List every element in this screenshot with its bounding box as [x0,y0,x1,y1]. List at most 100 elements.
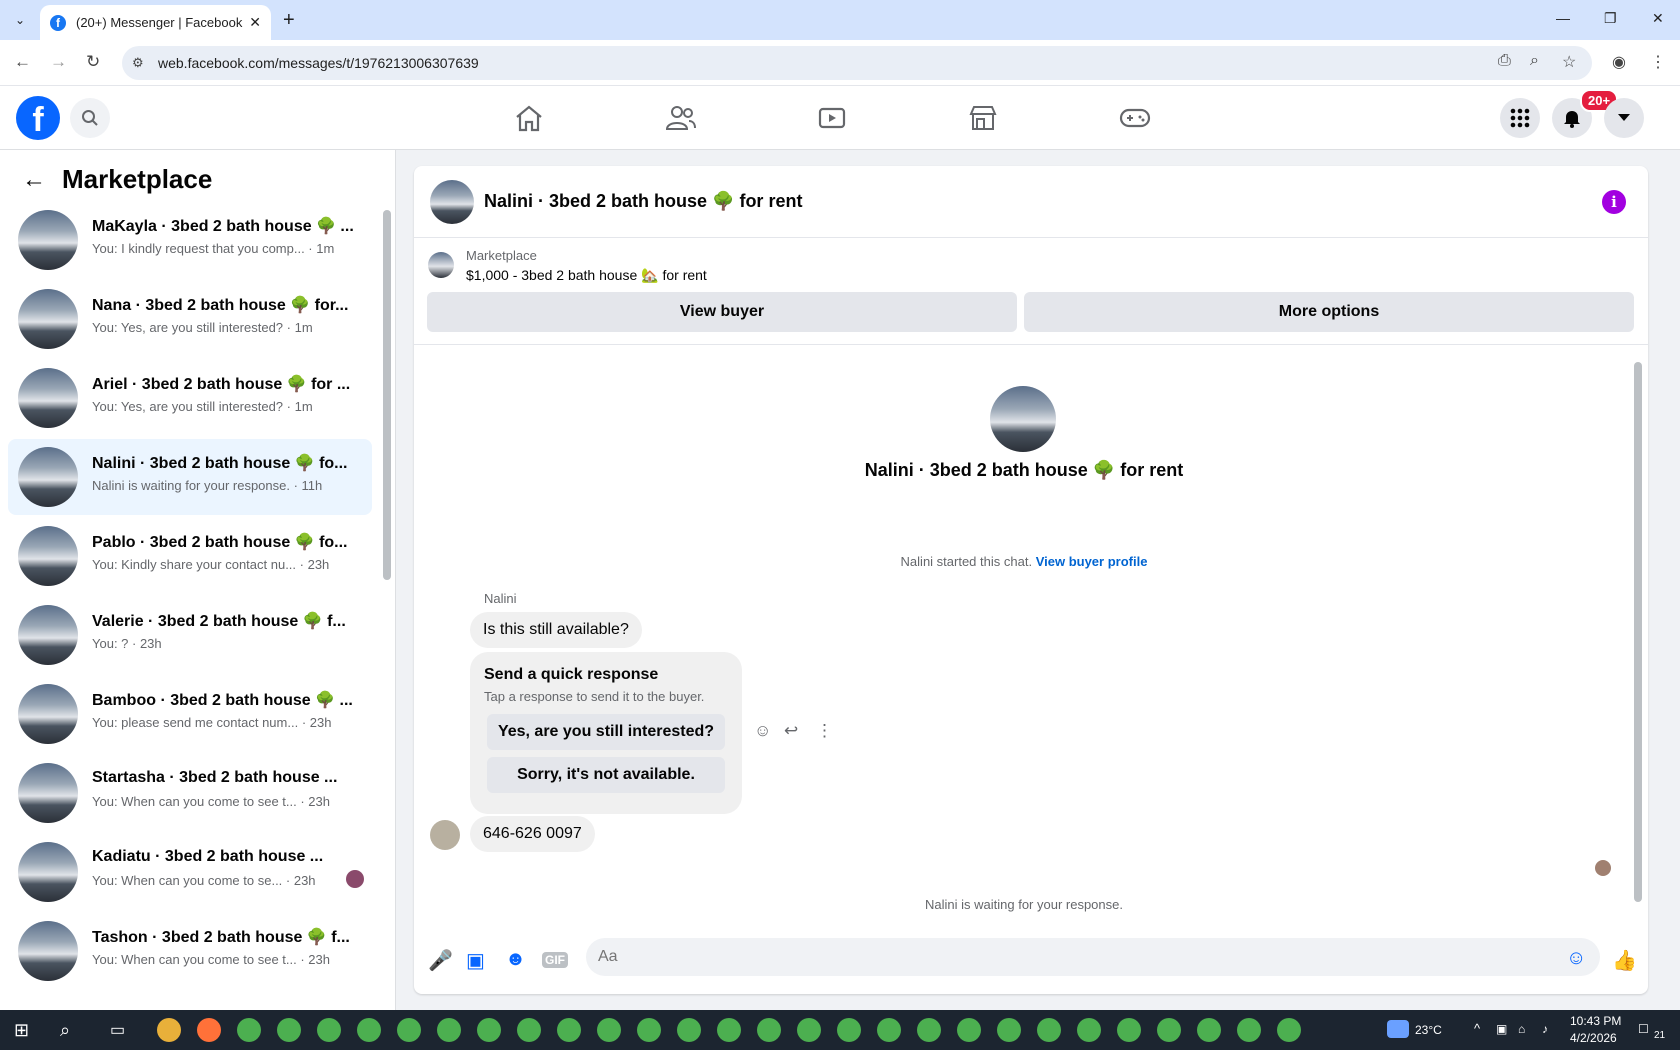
zoom-icon[interactable]: ⌕ [1530,52,1539,70]
chrome-icon[interactable] [997,1018,1021,1042]
back-icon[interactable]: ← [14,52,31,72]
restore-icon[interactable]: ❐ [1604,10,1617,27]
search-taskbar-icon[interactable]: ⌕ [60,1020,70,1041]
chrome-icon[interactable] [1077,1018,1101,1042]
chrome-icon[interactable] [357,1018,381,1042]
chrome-icon[interactable] [757,1018,781,1042]
watch-icon[interactable] [812,100,852,136]
chrome-icon[interactable] [717,1018,741,1042]
chrome-icon[interactable] [797,1018,821,1042]
message-bubble[interactable]: 646-626 0097 [470,816,595,852]
menu-grid-icon[interactable] [1500,98,1540,138]
notification-center-icon[interactable]: ☐ [1638,1022,1649,1036]
chrome-icon[interactable] [1157,1018,1181,1042]
conversation-item[interactable]: Tashon · 3bed 2 bath house 🌳 f... You: W… [8,913,372,989]
conversation-item[interactable]: Bamboo · 3bed 2 bath house 🌳 ... You: pl… [8,676,372,752]
chrome-icon[interactable] [917,1018,941,1042]
profile-icon[interactable]: ◉ [1612,52,1626,72]
conversation-item[interactable]: Startasha · 3bed 2 bath house ... You: W… [8,755,372,831]
info-icon[interactable]: i [1602,190,1626,214]
message-composer[interactable] [586,938,1600,976]
close-tab-icon[interactable]: ✕ [249,14,261,31]
chrome-icon[interactable] [277,1018,301,1042]
listing-title[interactable]: $1,000 - 3bed 2 bath house 🏡 for rent [466,267,707,284]
chrome-icon[interactable] [1037,1018,1061,1042]
emoji-icon[interactable]: ☺ [1566,947,1586,970]
chat-header-avatar[interactable] [430,180,474,224]
browser-menu-icon[interactable]: ⋮ [1650,52,1666,72]
react-emoji-icon[interactable]: ☺ [754,721,771,741]
bookmark-star-icon[interactable]: ☆ [1562,52,1576,72]
home-icon[interactable] [509,100,549,136]
more-actions-icon[interactable]: ⋮ [816,721,833,741]
chrome-icon[interactable] [237,1018,261,1042]
tray-network-icon[interactable]: ▣ [1496,1022,1507,1036]
gaming-icon[interactable] [1115,100,1155,136]
microphone-icon[interactable]: 🎤 [428,948,453,973]
facebook-logo-icon[interactable]: f [16,96,60,140]
chrome-icon[interactable] [317,1018,341,1042]
reload-icon[interactable]: ↻ [86,52,100,72]
conversation-item[interactable]: Ariel · 3bed 2 bath house 🌳 for ... You:… [8,360,372,436]
photo-icon[interactable]: ▣ [466,948,485,973]
chrome-icon[interactable] [397,1018,421,1042]
chat-scrollbar[interactable] [1634,362,1642,902]
sticker-icon[interactable]: ☻ [505,948,526,971]
message-bubble[interactable]: Is this still available? [470,612,642,648]
conversation-item[interactable]: Valerie · 3bed 2 bath house 🌳 f... You: … [8,597,372,673]
message-input[interactable] [598,948,1558,966]
task-view-icon[interactable]: ▭ [110,1020,125,1040]
minimize-icon[interactable]: — [1556,10,1570,26]
reply-icon[interactable]: ↩ [784,721,798,741]
weather-icon[interactable] [1387,1020,1409,1038]
gif-icon[interactable]: GIF [542,952,568,968]
url-field[interactable]: ⚙ web.facebook.com/messages/t/1976213006… [122,46,1592,80]
chrome-icon[interactable] [1277,1018,1301,1042]
chrome-icon[interactable] [877,1018,901,1042]
chrome-icon[interactable] [477,1018,501,1042]
chrome-icon[interactable] [1237,1018,1261,1042]
chrome-icon[interactable] [637,1018,661,1042]
firefox-icon[interactable] [197,1018,221,1042]
chrome-icon[interactable] [557,1018,581,1042]
listing-thumbnail[interactable] [428,252,454,278]
search-icon[interactable] [70,98,110,138]
windows-start-icon[interactable]: ⊞ [14,1020,29,1041]
conversation-item[interactable]: MaKayla · 3bed 2 bath house 🌳 ... You: I… [8,202,372,278]
chat-header-title[interactable]: Nalini · 3bed 2 bath house 🌳 for rent [484,191,802,212]
more-options-button[interactable]: More options [1024,292,1634,332]
sidebar-scrollbar[interactable] [383,210,391,580]
view-buyer-button[interactable]: View buyer [427,292,1017,332]
chrome-icon[interactable] [837,1018,861,1042]
chrome-icon[interactable] [1117,1018,1141,1042]
thumbs-up-icon[interactable]: 👍 [1612,948,1637,973]
chrome-icon[interactable] [677,1018,701,1042]
chrome-icon[interactable] [957,1018,981,1042]
weather-temp[interactable]: 23°C [1415,1023,1442,1037]
clock-date[interactable]: 4/2/2026 [1570,1031,1617,1045]
tab-search-dropdown-icon[interactable]: ⌄ [8,8,32,32]
quick-response-option[interactable]: Yes, are you still interested? [487,714,725,750]
conversation-item-active[interactable]: Nalini · 3bed 2 bath house 🌳 fo... Nalin… [8,439,372,515]
conversation-item[interactable]: Pablo · 3bed 2 bath house 🌳 fo... You: K… [8,518,372,594]
tray-wifi-icon[interactable]: ⌂ [1518,1022,1525,1036]
tray-chevron-icon[interactable]: ^ [1474,1021,1480,1036]
forward-icon[interactable]: → [50,52,67,72]
chrome-icon[interactable] [1197,1018,1221,1042]
conversation-item[interactable]: Kadiatu · 3bed 2 bath house ... You: Whe… [8,834,372,910]
chrome-icon[interactable] [517,1018,541,1042]
account-dropdown-icon[interactable] [1604,98,1644,138]
back-arrow-icon[interactable]: ← [22,166,46,194]
view-buyer-profile-link[interactable]: View buyer profile [1036,554,1148,569]
chrome-icon[interactable] [437,1018,461,1042]
clock-time[interactable]: 10:43 PM [1570,1014,1621,1028]
install-app-icon[interactable]: ⎙ [1498,52,1511,70]
window-close-icon[interactable]: ✕ [1652,10,1664,27]
marketplace-icon[interactable] [963,100,1003,136]
taskbar-app-icon[interactable] [157,1018,181,1042]
new-tab-icon[interactable]: + [283,9,295,32]
conversation-item[interactable]: Nana · 3bed 2 bath house 🌳 for... You: Y… [8,281,372,357]
friends-icon[interactable] [661,100,701,136]
tray-volume-icon[interactable]: ♪ [1542,1022,1548,1036]
chrome-icon[interactable] [597,1018,621,1042]
